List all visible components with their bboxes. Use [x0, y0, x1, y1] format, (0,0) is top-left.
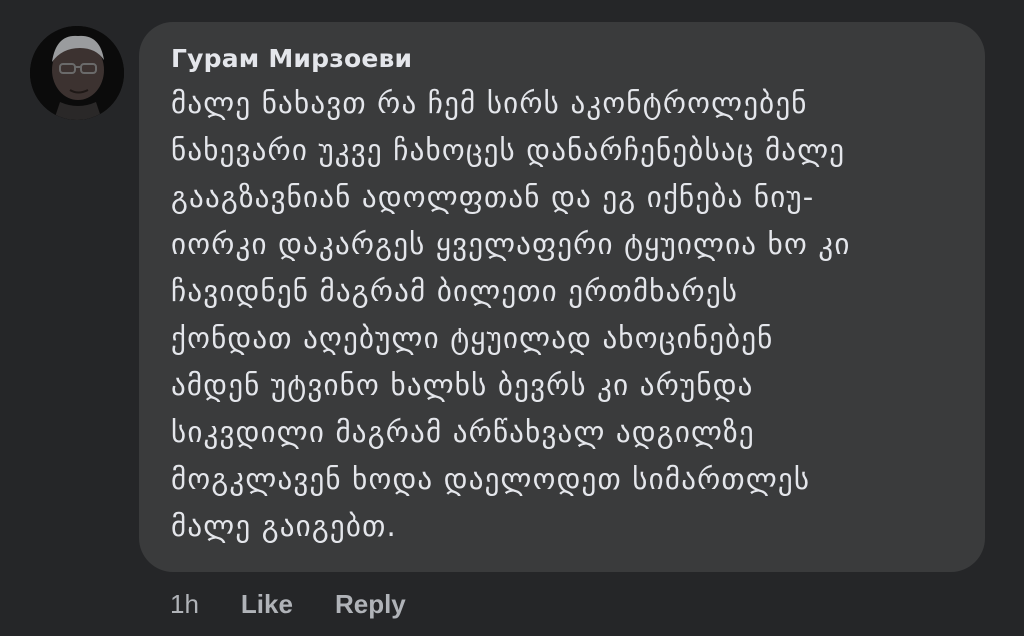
comment-line: ქონდათ აღებული ტყუილად ახოცინებენ — [171, 321, 774, 355]
comment-line: მოგკლავენ ხოდა დაელოდეთ სიმართლეს — [171, 462, 811, 496]
avatar[interactable] — [30, 26, 124, 120]
comment-line: იორკი დაკარგეს ყველაფერი ტყუილია ხო კი — [171, 227, 851, 261]
like-button[interactable]: Like — [241, 589, 293, 620]
author-name[interactable]: Гурам Мирзоеви — [171, 44, 965, 74]
timestamp[interactable]: 1h — [170, 589, 199, 620]
comment-line: ამდენ უტვინო ხალხს ბევრს კი არუნდა — [171, 368, 754, 402]
comment-text: მალე ნახავთ რა ჩემ სირს აკონტროლებენ ნახ… — [171, 80, 965, 550]
comment-line: გააგზავნიან ადოლფთან და ეგ იქნება ნიუ- — [171, 180, 815, 214]
comment-bubble: Гурам Мирзоеви მალე ნახავთ რა ჩემ სირს ა… — [139, 22, 985, 572]
comment-actions: 1h Like Reply — [170, 586, 406, 622]
avatar-photo — [30, 26, 124, 120]
comment-line: მალე გაიგებთ. — [171, 509, 397, 543]
reply-button[interactable]: Reply — [335, 589, 406, 620]
comment-line: ნახევარი უკვე ჩახოცეს დანარჩენებსაც მალე — [171, 133, 846, 167]
comment-line: სიკვდილი მაგრამ არწახვალ ადგილზე — [171, 415, 755, 449]
comment-line: ჩავიდნენ მაგრამ ბილეთი ერთმხარეს — [171, 274, 739, 308]
comment-line: მალე ნახავთ რა ჩემ სირს აკონტროლებენ — [171, 86, 808, 120]
